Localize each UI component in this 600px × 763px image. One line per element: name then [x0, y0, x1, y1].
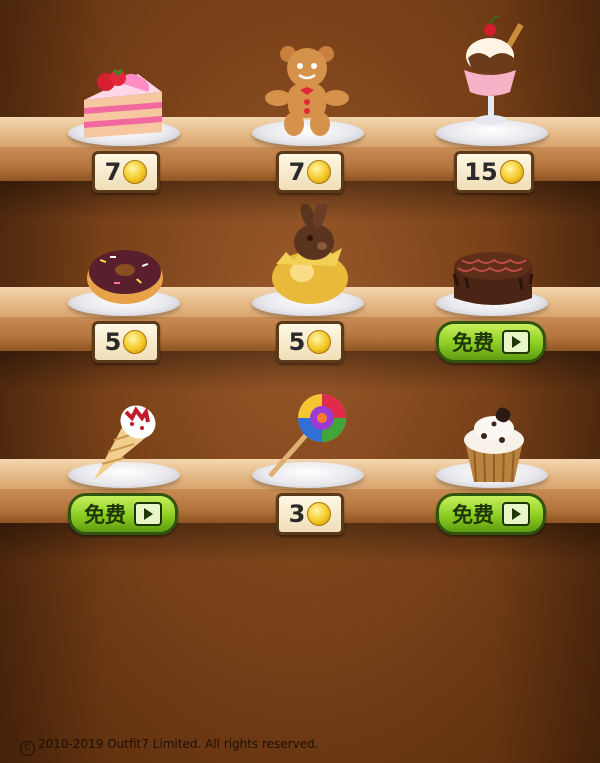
item-chocolate-bunny[interactable]: 5: [236, 204, 396, 363]
price-value: 3: [288, 500, 306, 528]
free-label: 免费: [452, 503, 494, 527]
free-video-button[interactable]: 免费: [436, 493, 546, 535]
layer-cake-icon: [84, 68, 162, 138]
price-tag[interactable]: 7: [276, 151, 344, 193]
price-value: 7: [288, 158, 306, 186]
item-cupcake[interactable]: 免费: [420, 382, 580, 535]
coin-icon: [307, 330, 332, 354]
item-gingerbread-man[interactable]: 7: [236, 40, 396, 193]
price-value: 5: [104, 328, 122, 356]
item-layer-cake[interactable]: 7: [52, 40, 212, 193]
donut-icon: [87, 250, 163, 304]
video-icon: [134, 502, 162, 526]
price-value: 5: [288, 328, 306, 356]
item-ice-cream-cone[interactable]: 免费: [52, 382, 212, 535]
free-label: 免费: [452, 331, 494, 355]
ice-cream-cone-icon: [94, 405, 156, 480]
gingerbread-man-icon: [265, 46, 349, 136]
video-icon: [502, 330, 530, 354]
chocolate-bunny-icon: [272, 204, 348, 304]
free-label: 免费: [84, 503, 126, 527]
coin-icon: [499, 160, 524, 184]
sundae-icon: [464, 16, 524, 125]
item-donut[interactable]: 5: [52, 210, 212, 363]
coin-icon: [307, 502, 332, 526]
price-tag[interactable]: 5: [276, 321, 344, 363]
free-video-button[interactable]: 免费: [436, 321, 546, 363]
price-tag[interactable]: 15: [454, 151, 534, 193]
price-value: 15: [464, 158, 498, 186]
free-video-button[interactable]: 免费: [68, 493, 178, 535]
coin-icon: [123, 330, 148, 354]
video-icon: [502, 502, 530, 526]
coin-icon: [307, 160, 332, 184]
item-lollipop[interactable]: 3: [236, 382, 396, 535]
food-shop-screen: 7 7 15 5 5 免费 免费 3 免费 C 2010-2019 Outfit…: [0, 0, 600, 763]
copyright-icon: C: [20, 741, 35, 756]
lollipop-icon: [268, 394, 346, 478]
copyright-footer: C 2010-2019 Outfit7 Limited. All rights r…: [20, 737, 319, 756]
price-value: 7: [104, 158, 122, 186]
price-tag[interactable]: 7: [92, 151, 160, 193]
coin-icon: [123, 160, 148, 184]
copyright-text: 2010-2019 Outfit7 Limited. All rights re…: [38, 737, 319, 751]
item-chocolate-cake[interactable]: 免费: [420, 210, 580, 363]
cupcake-icon: [464, 407, 524, 483]
chocolate-cake-icon: [452, 252, 534, 305]
price-tag[interactable]: 5: [92, 321, 160, 363]
item-ice-cream-sundae[interactable]: 15: [420, 16, 580, 193]
price-tag[interactable]: 3: [276, 493, 344, 535]
